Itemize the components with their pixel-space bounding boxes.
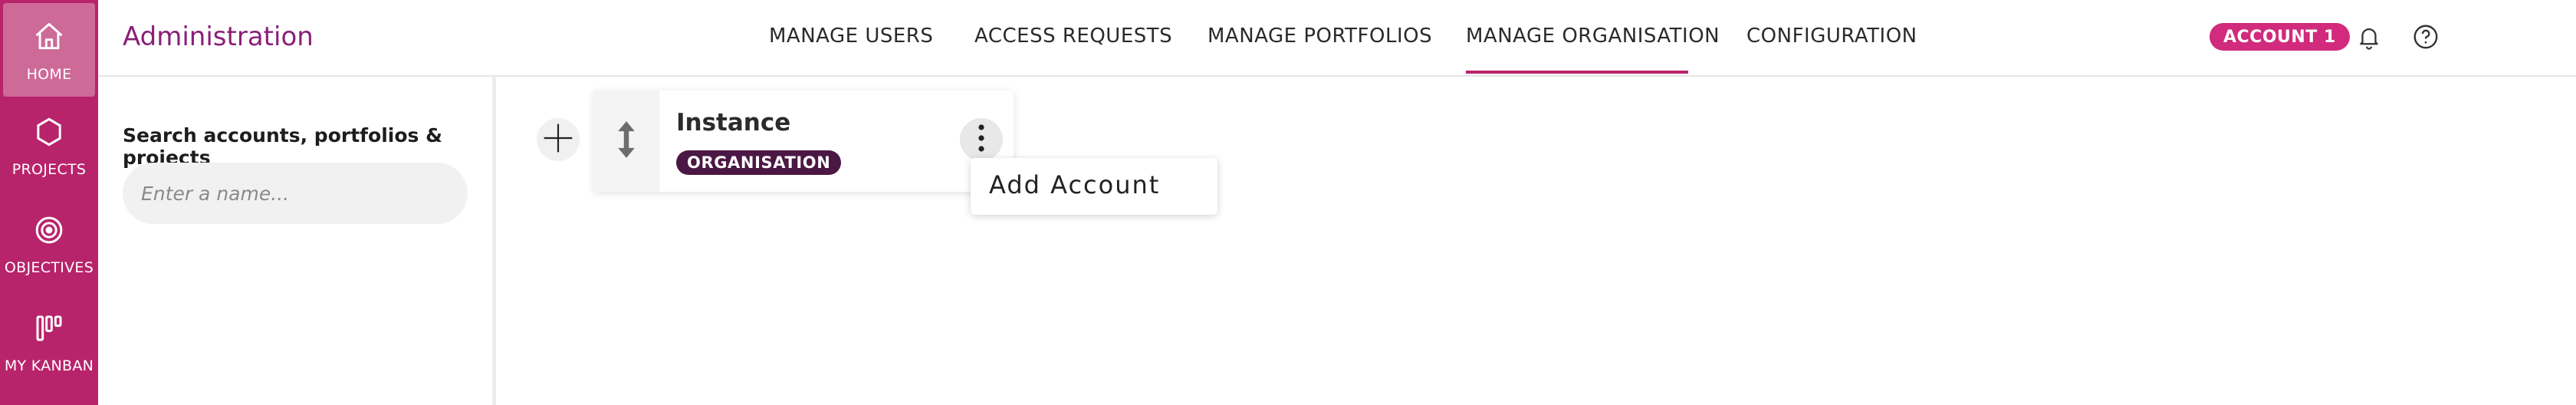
top-bar: Administration MANAGE USERS ACCESS REQUE…: [98, 0, 2576, 77]
account-badge[interactable]: ACCOUNT 1: [2210, 23, 2350, 51]
sidebar-item-projects[interactable]: PROJECTS: [0, 98, 98, 193]
sidebar-item-objectives[interactable]: OBJECTIVES: [0, 196, 98, 291]
node-options-menu: Add Account: [971, 158, 1217, 215]
plus-icon: [541, 121, 575, 158]
sidebar-item-label: OBJECTIVES: [4, 259, 94, 276]
organisation-node-card[interactable]: Instance ORGANISATION: [593, 91, 1014, 192]
target-icon: [31, 212, 67, 249]
left-rail: HOME PROJECTS OBJECTIVES MY KANBAN: [0, 0, 98, 405]
help-icon[interactable]: [2410, 21, 2441, 52]
page-title: Administration: [123, 21, 314, 52]
tab-manage-organisation[interactable]: MANAGE ORGANISATION: [1466, 25, 1720, 48]
tab-manage-portfolios[interactable]: MANAGE PORTFOLIOS: [1208, 25, 1432, 48]
home-icon: [31, 18, 67, 55]
tab-access-requests[interactable]: ACCESS REQUESTS: [974, 25, 1172, 48]
sidebar-item-label: PROJECTS: [12, 161, 87, 178]
expand-node-button[interactable]: [537, 118, 580, 161]
kanban-icon: [31, 310, 67, 347]
search-input[interactable]: [123, 163, 468, 224]
sidebar-item-label: MY KANBAN: [4, 357, 94, 374]
hexagon-icon: [31, 114, 67, 150]
drag-handle[interactable]: [593, 91, 659, 192]
active-tab-underline: [1466, 71, 1688, 74]
sidebar-item-label: HOME: [26, 66, 72, 83]
vertical-resize-icon: [615, 120, 638, 163]
menu-item-add-account[interactable]: Add Account: [989, 170, 1160, 199]
tab-configuration[interactable]: CONFIGURATION: [1746, 25, 1917, 48]
search-panel: Search accounts, portfolios & projects: [98, 77, 496, 405]
node-type-badge: ORGANISATION: [676, 150, 842, 175]
bell-icon[interactable]: [2354, 21, 2384, 52]
tab-manage-users[interactable]: MANAGE USERS: [769, 25, 933, 48]
more-vertical-icon: [978, 124, 985, 155]
sidebar-item-home[interactable]: HOME: [3, 3, 95, 97]
node-title: Instance: [676, 109, 791, 137]
node-options-button[interactable]: [960, 118, 1003, 161]
sidebar-item-my-kanban[interactable]: MY KANBAN: [0, 295, 98, 390]
